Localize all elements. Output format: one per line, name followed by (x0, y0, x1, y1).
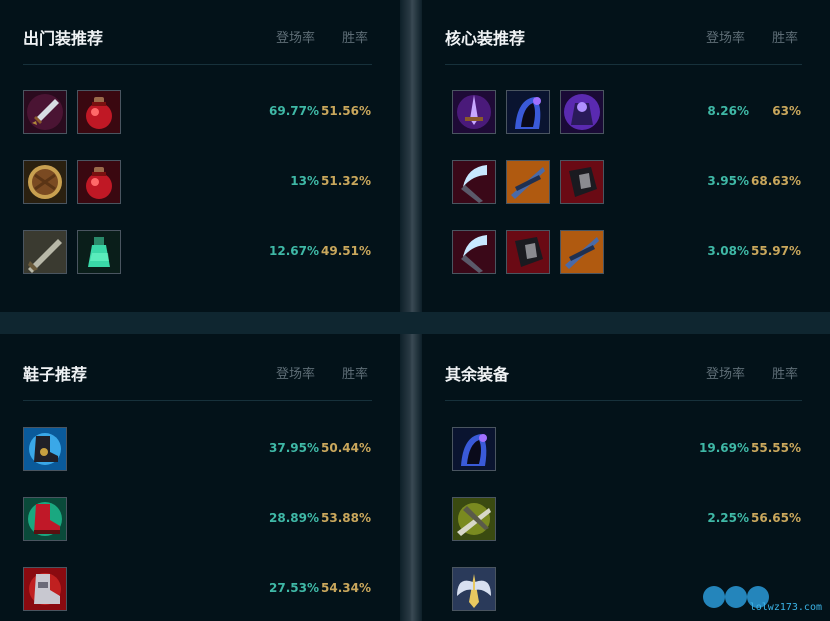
health-potion-icon[interactable] (77, 90, 121, 134)
win-rate: 68.63% (751, 174, 801, 188)
win-rate: 51.56% (321, 104, 371, 118)
pick-rate: 28.89% (269, 511, 319, 525)
pick-rate: 27.53% (269, 581, 319, 595)
panel-title: 鞋子推荐 (23, 365, 88, 384)
pick-rate: 2.25% (707, 511, 749, 525)
black-boots-icon[interactable] (23, 427, 67, 471)
win-rate: 53.88% (321, 511, 371, 525)
win-rate-header: 胜率 (341, 31, 368, 46)
purple-hood-icon[interactable] (452, 427, 496, 471)
panel-header: 核心装推荐 登场率 胜率 (445, 22, 802, 65)
win-rate-header: 胜率 (771, 31, 798, 46)
panel-title: 核心装推荐 (445, 29, 526, 48)
panel-title: 其余装备 (445, 365, 510, 384)
pick-rate: 37.95% (269, 441, 319, 455)
pick-rate: 13% (290, 174, 319, 188)
win-rate: 55.97% (751, 244, 801, 258)
watermark-text: lolwz173.com (749, 602, 822, 613)
horizontal-divider (0, 312, 830, 334)
red-scythe-icon[interactable] (452, 230, 496, 274)
blade-icon[interactable] (23, 230, 67, 274)
red-scythe-icon[interactable] (452, 160, 496, 204)
red-boots-icon[interactable] (23, 497, 67, 541)
golden-wings-icon[interactable] (452, 567, 496, 611)
purple-hood-icon[interactable] (506, 90, 550, 134)
panel-header: 鞋子推荐 登场率 胜率 (23, 358, 372, 401)
panel-header: 其余装备 登场率 胜率 (445, 358, 802, 401)
pick-rate: 8.26% (707, 104, 749, 118)
pick-rate: 3.95% (707, 174, 749, 188)
item-build-row[interactable]: 2.25% 56.65% (445, 497, 802, 543)
win-rate: 51.32% (321, 174, 371, 188)
win-rate: 55.55% (751, 441, 801, 455)
item-build-row[interactable]: 19.69% 55.55% (445, 427, 802, 473)
pick-rate: 12.67% (269, 244, 319, 258)
item-build-row[interactable]: 3.08% 55.97% (445, 230, 802, 276)
pick-rate: 19.69% (699, 441, 749, 455)
win-rate-header: 胜率 (341, 367, 368, 382)
pick-rate: 3.08% (707, 244, 749, 258)
purple-sword-icon[interactable] (452, 90, 496, 134)
win-rate-header: 胜率 (771, 367, 798, 382)
pick-rate-header: 登场率 (275, 31, 315, 46)
panel-title: 出门装推荐 (23, 29, 104, 48)
black-axe-icon[interactable] (560, 160, 604, 204)
item-build-row[interactable]: 12.67% 49.51% (23, 230, 372, 276)
armored-boots-icon[interactable] (23, 567, 67, 611)
vertical-divider (400, 0, 422, 621)
dorans-shield-icon[interactable] (23, 160, 67, 204)
site-watermark: lolwz173.com (698, 583, 826, 617)
item-build-row[interactable]: 13% 51.32% (23, 160, 372, 206)
pick-rate-header: 登场率 (275, 367, 315, 382)
green-crossbow-icon[interactable] (452, 497, 496, 541)
pick-rate: 69.77% (269, 104, 319, 118)
long-sword-icon[interactable] (23, 90, 67, 134)
win-rate: 49.51% (321, 244, 371, 258)
orange-blades-icon[interactable] (560, 230, 604, 274)
win-rate: 50.44% (321, 441, 371, 455)
pick-rate-header: 登场率 (705, 367, 745, 382)
item-build-row[interactable]: 37.95% 50.44% (23, 427, 372, 473)
core-items-panel: 核心装推荐 登场率 胜率 8.26% 63% 3.95% 68.63% 3.08… (422, 0, 830, 312)
refillable-potion-icon[interactable] (77, 230, 121, 274)
orange-blades-icon[interactable] (506, 160, 550, 204)
item-build-row[interactable]: 8.26% 63% (445, 90, 802, 136)
item-build-row[interactable]: 28.89% 53.88% (23, 497, 372, 543)
pick-rate-header: 登场率 (705, 31, 745, 46)
black-axe-icon[interactable] (506, 230, 550, 274)
win-rate: 56.65% (751, 511, 801, 525)
win-rate: 63% (772, 104, 801, 118)
starter-items-panel: 出门装推荐 登场率 胜率 69.77% 51.56% 13% 51.32% 12… (0, 0, 400, 312)
win-rate: 54.34% (321, 581, 371, 595)
panel-header: 出门装推荐 登场率 胜率 (23, 22, 372, 65)
health-potion-icon[interactable] (77, 160, 121, 204)
other-items-panel: 其余装备 登场率 胜率 19.69% 55.55% 2.25% 56.65% (422, 334, 830, 621)
item-build-row[interactable]: 69.77% 51.56% (23, 90, 372, 136)
purple-armor-icon[interactable] (560, 90, 604, 134)
item-build-row[interactable]: 3.95% 68.63% (445, 160, 802, 206)
item-build-row[interactable]: 27.53% 54.34% (23, 567, 372, 613)
boots-panel: 鞋子推荐 登场率 胜率 37.95% 50.44% 28.89% 53.88% … (0, 334, 400, 621)
